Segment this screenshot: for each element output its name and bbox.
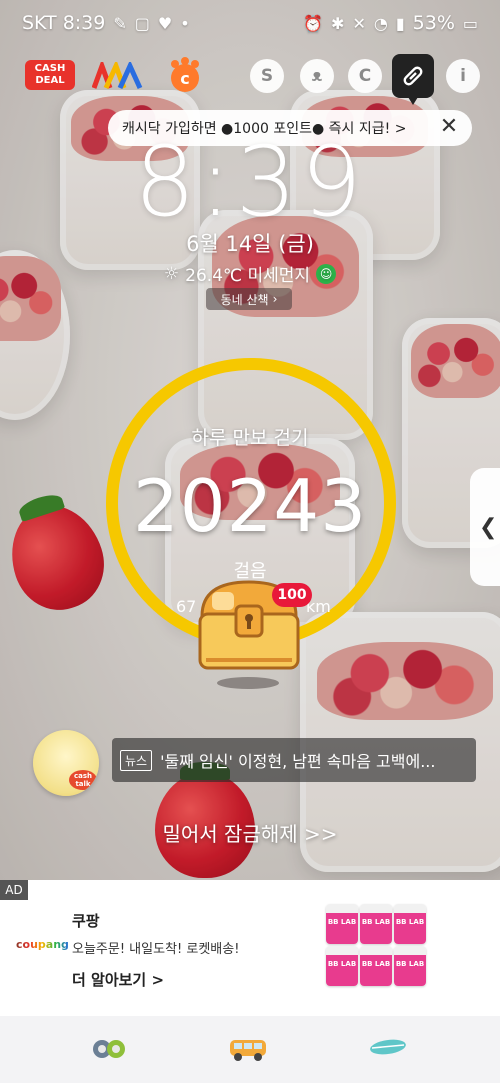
step-count: 20243: [132, 464, 368, 548]
swipe-unlock-hint[interactable]: 밀어서 잠금해제 >>: [0, 818, 500, 847]
alarm-icon: ⏰: [303, 13, 324, 33]
weather-row: ☼ 26.4℃ 미세먼지 ☺: [0, 261, 500, 286]
bluetooth-icon: ✱: [331, 13, 345, 33]
cashtalk-avatar[interactable]: cash talk: [33, 730, 99, 796]
eyes-icon[interactable]: [92, 1036, 126, 1062]
status-bar: SKT 8:39 ✎ ▢ ♥ • ⏰ ✱ ✕ ◔ ▮ 53% ▭: [0, 0, 500, 46]
app-shortcut-row: CASH DEAL c S ᴥ C i: [0, 54, 500, 105]
walk-chip-button[interactable]: 동네 산책 ›: [206, 288, 292, 310]
weather-text: 26.4℃ 미세먼지: [185, 266, 311, 286]
clock-date: 6월 14일 (금): [186, 232, 314, 256]
svg-text:c: c: [180, 69, 189, 88]
pill-icon-button[interactable]: [392, 54, 434, 105]
c-coin-icon[interactable]: C: [348, 59, 382, 93]
clock-time: 8:39: [134, 126, 366, 238]
chest-shadow: [217, 677, 279, 689]
step-title: 하루 만보 걷기: [191, 427, 309, 449]
battery-level: 53%: [412, 12, 455, 34]
smile-face-icon: ☺: [316, 263, 337, 284]
m-logo-icon[interactable]: [92, 62, 144, 90]
side-panel-handle[interactable]: ❮: [470, 468, 500, 586]
notification-icon: ▢: [134, 13, 150, 33]
chest-count-badge: 100: [272, 583, 312, 607]
chevron-left-icon: ❮: [479, 514, 498, 540]
chevron-right-icon: ›: [272, 292, 278, 306]
ad-title: 쿠팡: [72, 912, 100, 930]
sun-icon: ☼: [163, 263, 180, 284]
mute-icon: ✕: [352, 13, 366, 33]
notification-icon: ✎: [113, 13, 127, 33]
ad-description: 오늘주문! 내일도착! 로켓배송!: [72, 942, 240, 957]
s-icon[interactable]: S: [250, 59, 284, 93]
learn-more-link[interactable]: 더 알아보기 >: [72, 969, 164, 990]
camper-van-icon[interactable]: [228, 1036, 268, 1062]
news-ticker[interactable]: 뉴스 '둘째 임신' 이정현, 남편 속마음 고백에...: [112, 738, 476, 782]
cashtalk-badge: cash talk: [69, 770, 97, 790]
wifi-icon: ◔: [373, 13, 388, 33]
info-heart-icon[interactable]: i: [446, 59, 480, 93]
c-paw-logo-icon[interactable]: c: [166, 56, 204, 94]
walk-chip-label: 동네 산책: [220, 292, 269, 307]
cat-icon[interactable]: ᴥ: [300, 59, 334, 93]
battery-icon: ▭: [462, 13, 478, 33]
pill-icon: [403, 66, 423, 86]
coupang-logo: coupang: [16, 938, 69, 951]
news-tag: 뉴스: [120, 749, 153, 771]
more-dot-icon: •: [180, 13, 190, 33]
ad-product-image: BB LAB BB LAB BB LAB BB LAB BB LAB BB LA…: [326, 904, 426, 992]
ad-banner[interactable]: AD coupang 쿠팡 오늘주문! 내일도착! 로켓배송! 더 알아보기 >…: [0, 880, 500, 1016]
heart-app-icon: ♥: [157, 13, 173, 33]
signal-icon: ▮: [395, 13, 405, 33]
surfboard-icon[interactable]: [368, 1036, 408, 1058]
carrier-time: SKT 8:39: [22, 12, 106, 34]
ad-badge: AD: [0, 880, 28, 900]
bottom-shortcut-bar: [0, 1016, 500, 1083]
cashdeal-logo-button[interactable]: CASH DEAL: [25, 60, 75, 90]
news-headline: '둘째 임신' 이정현, 남편 속마음 고백에...: [160, 752, 436, 771]
